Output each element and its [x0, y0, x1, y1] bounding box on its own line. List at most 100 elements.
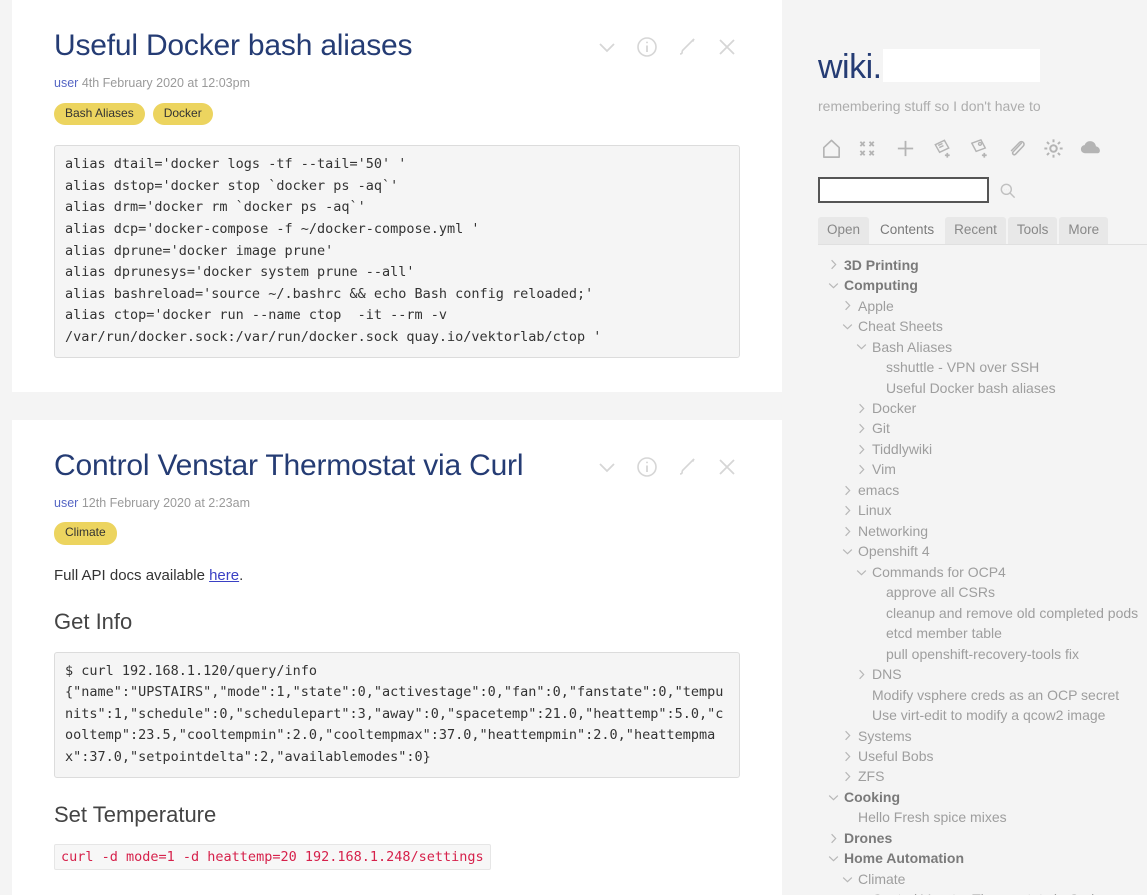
tree-item[interactable]: cleanup and remove old completed pods	[818, 603, 1147, 623]
home-icon[interactable]	[818, 135, 844, 161]
tree-item[interactable]: sshuttle - VPN over SSH	[818, 357, 1147, 377]
chevron-down-icon[interactable]	[826, 852, 840, 865]
tab-open[interactable]: Open	[818, 217, 870, 244]
tiddler-body: alias dtail='docker logs -tf --tail='50'…	[54, 145, 740, 358]
chevron-down-icon[interactable]	[854, 566, 868, 579]
info-icon[interactable]	[634, 454, 660, 480]
tree-item[interactable]: Linux	[818, 500, 1147, 520]
tab-recent[interactable]: Recent	[945, 217, 1006, 244]
chevron-right-icon[interactable]	[854, 443, 868, 456]
close-icon[interactable]	[714, 34, 740, 60]
tree-item[interactable]: Climate	[818, 869, 1147, 889]
chevron-right-icon[interactable]	[840, 504, 854, 517]
new-journal-icon[interactable]	[929, 135, 955, 161]
tiddler-author[interactable]: user	[54, 76, 78, 90]
tree-item[interactable]: Control Venstar Thermostat via Curl	[818, 889, 1147, 895]
tree-item[interactable]: pull openshift-recovery-tools fix	[818, 644, 1147, 664]
tree-item[interactable]: Home Automation	[818, 848, 1147, 868]
heading-set-temperature: Set Temperature	[54, 801, 217, 827]
tiddler-author[interactable]: user	[54, 496, 78, 510]
tree-item[interactable]: emacs	[818, 480, 1147, 500]
new-tiddler-icon[interactable]	[892, 135, 918, 161]
tree-item-label: etcd member table	[886, 625, 1002, 642]
tag-pill[interactable]: Bash Aliases	[54, 102, 145, 126]
tree-item[interactable]: Tiddlywiki	[818, 439, 1147, 459]
tree-item[interactable]: etcd member table	[818, 623, 1147, 643]
tree-item[interactable]: 3D Printing	[818, 255, 1147, 275]
tiddler-subtitle: user 4th February 2020 at 12:03pm	[54, 75, 740, 91]
tree-item[interactable]: Apple	[818, 296, 1147, 316]
tree-item[interactable]: Drones	[818, 828, 1147, 848]
tree-item[interactable]: ZFS	[818, 766, 1147, 786]
chevron-down-icon[interactable]	[840, 320, 854, 333]
chevron-right-icon[interactable]	[840, 525, 854, 538]
import-icon[interactable]	[1003, 135, 1029, 161]
info-icon[interactable]	[634, 34, 660, 60]
chevron-down-icon[interactable]	[840, 545, 854, 558]
chevron-down-icon[interactable]	[854, 340, 868, 353]
tree-item[interactable]: Computing	[818, 275, 1147, 295]
tree-item[interactable]: Bash Aliases	[818, 337, 1147, 357]
chevron-down-icon[interactable]	[594, 454, 620, 480]
chevron-down-icon[interactable]	[840, 873, 854, 886]
edit-pencil-icon[interactable]	[674, 34, 700, 60]
close-icon[interactable]	[714, 454, 740, 480]
tree-item-label: pull openshift-recovery-tools fix	[886, 645, 1079, 662]
chevron-right-icon[interactable]	[826, 258, 840, 271]
tree-item[interactable]: Cheat Sheets	[818, 316, 1147, 336]
tag-row: Bash Aliases Docker	[54, 102, 740, 126]
gear-icon[interactable]	[1040, 135, 1066, 161]
chevron-right-icon[interactable]	[854, 668, 868, 681]
tab-contents[interactable]: Contents	[871, 217, 944, 244]
save-cloud-icon[interactable]	[1077, 135, 1103, 161]
code-inline-set-temperature: curl -d mode=1 -d heattemp=20 192.168.1.…	[54, 844, 491, 871]
chevron-right-icon[interactable]	[840, 484, 854, 497]
tree-item-label: Useful Docker bash aliases	[886, 379, 1056, 396]
tree-item-label: Climate	[858, 870, 906, 887]
tree-item[interactable]: approve all CSRs	[818, 582, 1147, 602]
tree-item[interactable]: Systems	[818, 726, 1147, 746]
new-image-icon[interactable]	[966, 135, 992, 161]
tree-item-label: Networking	[858, 522, 929, 539]
chevron-right-icon[interactable]	[840, 299, 854, 312]
intro-suffix: .	[239, 566, 244, 584]
chevron-right-icon[interactable]	[840, 729, 854, 742]
tree-item[interactable]: Openshift 4	[818, 541, 1147, 561]
chevron-down-icon[interactable]	[826, 279, 840, 292]
tag-pill[interactable]: Climate	[54, 522, 117, 545]
tiddler-date: 12th February 2020 at 2:23am	[81, 495, 250, 510]
tree-item[interactable]: DNS	[818, 664, 1147, 684]
search-icon[interactable]	[997, 180, 1017, 200]
chevron-right-icon[interactable]	[840, 770, 854, 783]
intro-paragraph: Full API docs available here.	[54, 565, 740, 588]
tree-item-label: emacs	[858, 481, 900, 498]
chevron-right-icon[interactable]	[854, 422, 868, 435]
tree-item[interactable]: Commands for OCP4	[818, 562, 1147, 582]
chevron-down-icon[interactable]	[594, 34, 620, 60]
tree-item[interactable]: Networking	[818, 521, 1147, 541]
edit-pencil-icon[interactable]	[674, 454, 700, 480]
search-input[interactable]	[818, 177, 989, 204]
chevron-right-icon[interactable]	[840, 750, 854, 763]
tree-item-label: sshuttle - VPN over SSH	[886, 359, 1040, 376]
tree-item[interactable]: Use virt-edit to modify a qcow2 image	[818, 705, 1147, 725]
chevron-right-icon[interactable]	[826, 832, 840, 845]
tree-item[interactable]: Vim	[818, 459, 1147, 479]
tree-item[interactable]: Hello Fresh spice mixes	[818, 807, 1147, 827]
chevron-right-icon[interactable]	[854, 463, 868, 476]
tree-item[interactable]: Git	[818, 418, 1147, 438]
tab-more[interactable]: More	[1059, 217, 1109, 244]
chevron-down-icon[interactable]	[826, 791, 840, 804]
chevron-right-icon[interactable]	[854, 402, 868, 415]
tree-item[interactable]: Modify vsphere creds as an OCP secret	[818, 685, 1147, 705]
tree-item[interactable]: Docker	[818, 398, 1147, 418]
tag-pill[interactable]: Docker	[152, 102, 213, 126]
tree-item[interactable]: Useful Bobs	[818, 746, 1147, 766]
tab-tools[interactable]: Tools	[1007, 217, 1058, 244]
api-docs-link[interactable]: here	[209, 567, 239, 584]
tree-item-label: Openshift 4	[858, 543, 930, 560]
tree-item-label: Systems	[858, 727, 912, 744]
tree-item[interactable]: Cooking	[818, 787, 1147, 807]
close-all-icon[interactable]	[855, 135, 881, 161]
tree-item[interactable]: Useful Docker bash aliases	[818, 378, 1147, 398]
